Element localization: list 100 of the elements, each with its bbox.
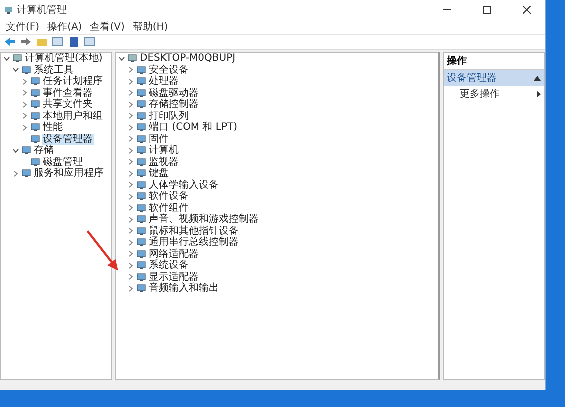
app-icon — [4, 6, 13, 14]
device-icon — [22, 66, 31, 75]
expand-chevron-icon[interactable] — [127, 66, 135, 74]
tree-item[interactable]: 系统工具 — [33, 64, 75, 76]
expand-chevron-icon[interactable] — [127, 227, 135, 236]
tree-item[interactable]: 磁盘驱动器 — [148, 88, 200, 99]
tree-item[interactable]: 设备管理器 — [42, 134, 94, 145]
expand-chevron-icon[interactable] — [127, 124, 135, 132]
tree-item[interactable]: 任务计划程序 — [42, 76, 104, 88]
expand-chevron-icon[interactable] — [127, 192, 135, 201]
device-icon — [137, 192, 146, 202]
device-icon — [137, 123, 146, 132]
device-icon — [31, 134, 40, 144]
tree-item[interactable]: 软件组件 — [148, 202, 190, 214]
tree-item[interactable]: 计算机管理(本地) — [24, 53, 104, 64]
device-icon — [137, 250, 146, 259]
expand-chevron-icon[interactable] — [127, 158, 135, 166]
tree-item[interactable]: 鼠标和其他指针设备 — [148, 226, 240, 237]
device-icon — [137, 261, 146, 270]
device-icon — [31, 88, 40, 98]
tree-item[interactable]: 安全设备 — [148, 64, 190, 76]
menu-item[interactable]: 文件(F) — [6, 20, 40, 34]
device-icon — [137, 226, 146, 236]
tree-item[interactable]: 事件查看器 — [42, 88, 94, 99]
menu-item[interactable]: 操作(A) — [48, 20, 82, 34]
device-icon — [137, 158, 146, 167]
tree-item[interactable]: 通用串行总线控制器 — [148, 237, 240, 248]
tree-item[interactable]: 磁盘管理 — [42, 156, 84, 168]
device-icon — [13, 54, 22, 64]
device-icon — [137, 100, 146, 110]
tree-item[interactable]: 存储控制器 — [148, 99, 200, 110]
device-icon — [137, 88, 146, 98]
expand-chevron-icon[interactable] — [127, 262, 135, 270]
tree-item[interactable]: 打印队列 — [148, 110, 190, 122]
tree-item[interactable]: DESKTOP-M0QBUPJ — [139, 53, 237, 64]
menu-item[interactable]: 帮助(H) — [132, 20, 168, 34]
expand-chevron-icon[interactable] — [21, 78, 29, 86]
expand-chevron-icon[interactable] — [127, 181, 135, 190]
device-icon — [137, 77, 146, 86]
tree-item[interactable]: 服务和应用程序 — [33, 168, 105, 180]
collapse-chevron-icon[interactable] — [12, 146, 20, 155]
tree-item[interactable]: 软件设备 — [148, 191, 190, 202]
expand-chevron-icon[interactable] — [21, 100, 29, 109]
expand-chevron-icon[interactable] — [127, 250, 135, 258]
expand-chevron-icon[interactable] — [127, 100, 135, 109]
expand-chevron-icon[interactable] — [127, 170, 135, 178]
device-icon — [128, 54, 137, 64]
tree-item[interactable]: 网络适配器 — [148, 248, 200, 260]
expand-chevron-icon[interactable] — [127, 135, 135, 144]
expand-chevron-icon[interactable] — [127, 112, 135, 120]
tree-item[interactable]: 人体学输入设备 — [148, 180, 220, 191]
tree-item[interactable]: 处理器 — [148, 76, 180, 88]
device-icon — [137, 204, 146, 213]
arrow-drawing — [86, 230, 118, 271]
tree-item[interactable]: 声音、视频和游戏控制器 — [148, 214, 260, 226]
expand-chevron-icon[interactable] — [127, 204, 135, 212]
section-header[interactable]: 设备管理器 — [444, 70, 544, 86]
expand-chevron-icon[interactable] — [127, 273, 135, 282]
window-title: 计算机管理 — [17, 4, 68, 17]
panel-icon[interactable] — [52, 36, 64, 48]
device-icon — [137, 215, 146, 224]
tree-item[interactable]: 音频输入和输出 — [148, 283, 220, 294]
expand-chevron-icon[interactable] — [127, 284, 135, 293]
actions-header: 操作 — [444, 53, 544, 70]
expand-chevron-icon[interactable] — [127, 238, 135, 247]
tree-item[interactable]: 固件 — [148, 134, 170, 145]
menu-item[interactable]: 查看(V) — [90, 20, 125, 34]
section-title: 设备管理器 — [447, 72, 497, 85]
tree-item[interactable]: 显示适配器 — [148, 272, 200, 283]
tree-item[interactable]: 存储 — [33, 145, 55, 156]
collapse-icon[interactable] — [534, 76, 541, 80]
expand-chevron-icon[interactable] — [127, 216, 135, 224]
tree-item[interactable]: 键盘 — [148, 168, 170, 180]
expand-chevron-icon[interactable] — [127, 146, 135, 155]
device-icon — [137, 134, 146, 144]
tree-item[interactable]: 计算机 — [148, 145, 180, 156]
panel-icon[interactable] — [84, 36, 96, 48]
tree-item[interactable]: 共享文件夹 — [42, 99, 94, 110]
back-icon[interactable] — [4, 36, 16, 48]
collapse-chevron-icon[interactable] — [3, 54, 11, 63]
expand-chevron-icon[interactable] — [127, 89, 135, 98]
expand-chevron-icon[interactable] — [21, 124, 29, 132]
expand-chevron-icon[interactable] — [12, 170, 20, 178]
collapse-chevron-icon[interactable] — [12, 66, 20, 74]
device-icon — [137, 272, 146, 282]
tree-item[interactable]: 本地用户和组 — [42, 110, 104, 122]
device-icon — [31, 100, 40, 110]
device-icon — [31, 123, 40, 132]
expand-chevron-icon[interactable] — [21, 112, 29, 120]
device-icon — [137, 284, 146, 294]
tree-item[interactable]: 监视器 — [148, 156, 180, 168]
action-item[interactable]: 更多操作 — [444, 86, 544, 102]
tree-item[interactable]: 系统设备 — [148, 260, 190, 272]
close-icon — [523, 6, 531, 14]
expand-chevron-icon[interactable] — [21, 89, 29, 98]
expand-chevron-icon[interactable] — [127, 78, 135, 86]
tree-item[interactable]: 端口 (COM 和 LPT) — [148, 122, 239, 134]
collapse-chevron-icon[interactable] — [118, 54, 126, 63]
forward-icon[interactable] — [20, 36, 32, 48]
tree-item[interactable]: 性能 — [42, 122, 64, 134]
